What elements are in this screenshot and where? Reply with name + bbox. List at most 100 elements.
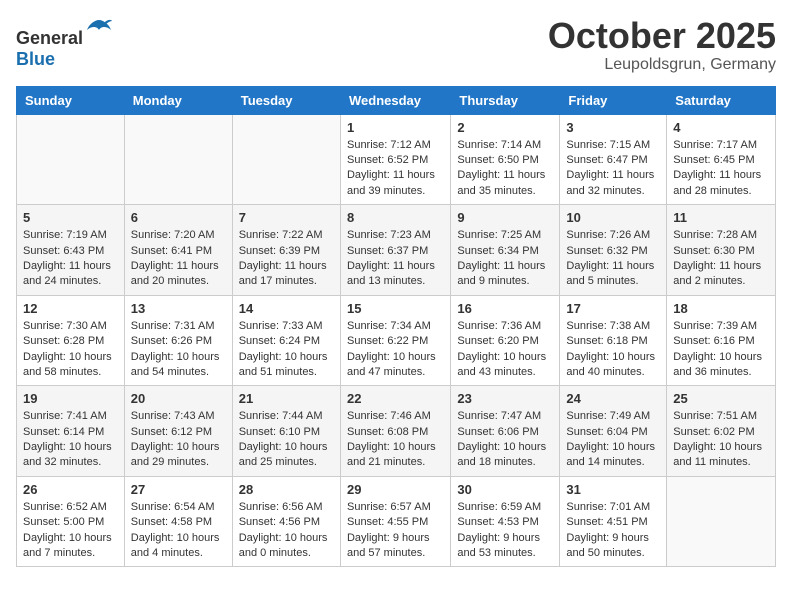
- daylight-label: Daylight: 10 hours and 58 minutes.: [23, 351, 112, 378]
- weekday-header-saturday: Saturday: [667, 86, 776, 114]
- daylight-label: Daylight: 9 hours and 57 minutes.: [347, 532, 430, 559]
- sunrise-label: Sunrise: 6:57 AM: [347, 501, 431, 513]
- daylight-label: Daylight: 10 hours and 18 minutes.: [457, 441, 546, 468]
- calendar-cell: 29 Sunrise: 6:57 AM Sunset: 4:55 PM Dayligh…: [340, 476, 450, 567]
- day-info: Sunrise: 7:49 AMSunset: 6:04 PMDaylight:…: [566, 409, 660, 471]
- calendar-cell: 16Sunrise: 7:36 AMSunset: 6:20 PMDayligh…: [451, 295, 560, 386]
- day-number: 19: [23, 391, 118, 406]
- logo-bird-icon: [85, 16, 113, 44]
- daylight-label: Daylight: 10 hours and 25 minutes.: [239, 441, 328, 468]
- sunset-label: Sunset: 6:14 PM: [23, 426, 104, 438]
- day-info: Sunrise: 7:22 AMSunset: 6:39 PMDaylight:…: [239, 228, 334, 290]
- day-info: Sunrise: 6:54 AMSunset: 4:58 PMDaylight:…: [131, 500, 226, 562]
- weekday-header-tuesday: Tuesday: [232, 86, 340, 114]
- day-number: 11: [673, 210, 769, 225]
- day-number: 23: [457, 391, 553, 406]
- sunset-label: Sunset: 6:24 PM: [239, 335, 320, 347]
- sunset-label: Sunset: 4:56 PM: [239, 516, 320, 528]
- daylight-label: Daylight: 10 hours and 21 minutes.: [347, 441, 436, 468]
- sunset-label: Sunset: 5:00 PM: [23, 516, 104, 528]
- weekday-header-sunday: Sunday: [17, 86, 125, 114]
- day-number: 20: [131, 391, 226, 406]
- day-number: 22: [347, 391, 444, 406]
- calendar-cell: 15Sunrise: 7:34 AMSunset: 6:22 PMDayligh…: [340, 295, 450, 386]
- calendar-cell: [232, 114, 340, 205]
- calendar-cell: 23 Sunrise: 7:47 AMSunset: 6:06 PMDayligh…: [451, 386, 560, 477]
- calendar-row-4: 26 Sunrise: 6:52 AMSunset: 5:00 PMDayligh…: [17, 476, 776, 567]
- day-info: Sunrise: 7:51 AMSunset: 6:02 PMDaylight:…: [673, 409, 769, 471]
- day-number: 26: [23, 482, 118, 497]
- day-info: Sunrise: 6:59 AMSunset: 4:53 PMDaylight:…: [457, 500, 553, 562]
- day-number: 28: [239, 482, 334, 497]
- sunrise-label: Sunrise: 7:14 AM: [457, 139, 541, 151]
- daylight-label: Daylight: 10 hours and 29 minutes.: [131, 441, 220, 468]
- day-number: 1: [347, 120, 444, 135]
- day-info: Sunrise: 7:31 AMSunset: 6:26 PMDaylight:…: [131, 319, 226, 381]
- sunrise-label: Sunrise: 7:26 AM: [566, 229, 650, 241]
- weekday-header-wednesday: Wednesday: [340, 86, 450, 114]
- day-info: Sunrise: 7:33 AM Sunset: 6:24 PM Daylight:…: [239, 319, 334, 381]
- calendar-cell: 5Sunrise: 7:19 AMSunset: 6:43 PMDaylight…: [17, 205, 125, 296]
- sunrise-label: Sunrise: 7:01 AM: [566, 501, 650, 513]
- weekday-header-thursday: Thursday: [451, 86, 560, 114]
- day-info: Sunrise: 6:57 AM Sunset: 4:55 PM Daylight:…: [347, 500, 444, 562]
- daylight-label: Daylight: 10 hours and 14 minutes.: [566, 441, 655, 468]
- sunrise-label: Sunrise: 7:19 AM: [23, 229, 107, 241]
- page-header: General Blue October 2025 Leupoldsgrun, …: [16, 16, 776, 74]
- daylight-label: Daylight: 10 hours and 11 minutes.: [673, 441, 762, 468]
- daylight-label: Daylight: 11 hours and 24 minutes.: [23, 260, 111, 287]
- calendar-cell: 7Sunrise: 7:22 AMSunset: 6:39 PMDaylight…: [232, 205, 340, 296]
- calendar-cell: 9Sunrise: 7:25 AMSunset: 6:34 PMDaylight…: [451, 205, 560, 296]
- day-info: Sunrise: 7:47 AMSunset: 6:06 PMDaylight:…: [457, 409, 553, 471]
- sunrise-label: Sunrise: 7:33 AM: [239, 320, 323, 332]
- logo-blue: Blue: [16, 49, 55, 69]
- day-number: 13: [131, 301, 226, 316]
- daylight-label: Daylight: 10 hours and 0 minutes.: [239, 532, 328, 559]
- day-info: Sunrise: 7:25 AMSunset: 6:34 PMDaylight:…: [457, 228, 553, 290]
- sunset-label: Sunset: 6:52 PM: [347, 154, 428, 166]
- day-number: 18: [673, 301, 769, 316]
- sunset-label: Sunset: 4:55 PM: [347, 516, 428, 528]
- sunset-label: Sunset: 6:10 PM: [239, 426, 320, 438]
- sunset-label: Sunset: 6:22 PM: [347, 335, 428, 347]
- calendar-row-0: 1Sunrise: 7:12 AMSunset: 6:52 PMDaylight…: [17, 114, 776, 205]
- daylight-label: Daylight: 10 hours and 51 minutes.: [239, 351, 328, 378]
- day-number: 3: [566, 120, 660, 135]
- day-info: Sunrise: 7:28 AMSunset: 6:30 PMDaylight:…: [673, 228, 769, 290]
- logo-general: General: [16, 28, 83, 48]
- daylight-label: Daylight: 10 hours and 4 minutes.: [131, 532, 220, 559]
- day-info: Sunrise: 7:41 AMSunset: 6:14 PMDaylight:…: [23, 409, 118, 471]
- month-title: October 2025: [548, 16, 776, 56]
- sunset-label: Sunset: 6:20 PM: [457, 335, 538, 347]
- sunrise-label: Sunrise: 7:15 AM: [566, 139, 650, 151]
- day-number: 8: [347, 210, 444, 225]
- sunset-label: Sunset: 6:50 PM: [457, 154, 538, 166]
- daylight-label: Daylight: 10 hours and 40 minutes.: [566, 351, 655, 378]
- sunset-label: Sunset: 6:04 PM: [566, 426, 647, 438]
- sunrise-label: Sunrise: 7:44 AM: [239, 410, 323, 422]
- sunset-label: Sunset: 6:16 PM: [673, 335, 754, 347]
- daylight-label: Daylight: 11 hours and 17 minutes.: [239, 260, 327, 287]
- calendar-cell: 18 Sunrise: 7:39 AMSunset: 6:16 PMDayligh…: [667, 295, 776, 386]
- calendar-row-3: 19 Sunrise: 7:41 AM Sunset: 6:14 PM Dayligh…: [17, 386, 776, 477]
- day-number: 5: [23, 210, 118, 225]
- sunrise-label: Sunrise: 7:36 AM: [457, 320, 541, 332]
- sunset-label: Sunset: 6:26 PM: [131, 335, 212, 347]
- day-number: 12: [23, 301, 118, 316]
- sunset-label: Sunset: 6:12 PM: [131, 426, 212, 438]
- day-number: 29: [347, 482, 444, 497]
- daylight-label: Daylight: 11 hours and 13 minutes.: [347, 260, 435, 287]
- calendar-cell: 14Sunrise: 7:33 AMSunset: 6:24 PMDayligh…: [232, 295, 340, 386]
- daylight-label: Daylight: 11 hours and 32 minutes.: [566, 169, 654, 196]
- day-info: Sunrise: 7:39 AMSunset: 6:16 PMDaylight:…: [673, 319, 769, 381]
- sunrise-label: Sunrise: 7:20 AM: [131, 229, 215, 241]
- sunrise-label: Sunrise: 7:17 AM: [673, 139, 757, 151]
- day-info: Sunrise: 6:52 AMSunset: 5:00 PMDaylight:…: [23, 500, 118, 562]
- calendar-cell: 20 Sunrise: 7:43 AM Sunset: 6:12 PM Dayligh…: [124, 386, 232, 477]
- sunrise-label: Sunrise: 7:43 AM: [131, 410, 215, 422]
- daylight-label: Daylight: 11 hours and 35 minutes.: [457, 169, 545, 196]
- calendar-cell: 26 Sunrise: 6:52 AMSunset: 5:00 PMDayligh…: [17, 476, 125, 567]
- day-info: Sunrise: 7:15 AMSunset: 6:47 PMDaylight:…: [566, 138, 660, 200]
- sunrise-label: Sunrise: 7:41 AM: [23, 410, 107, 422]
- daylight-label: Daylight: 11 hours and 5 minutes.: [566, 260, 654, 287]
